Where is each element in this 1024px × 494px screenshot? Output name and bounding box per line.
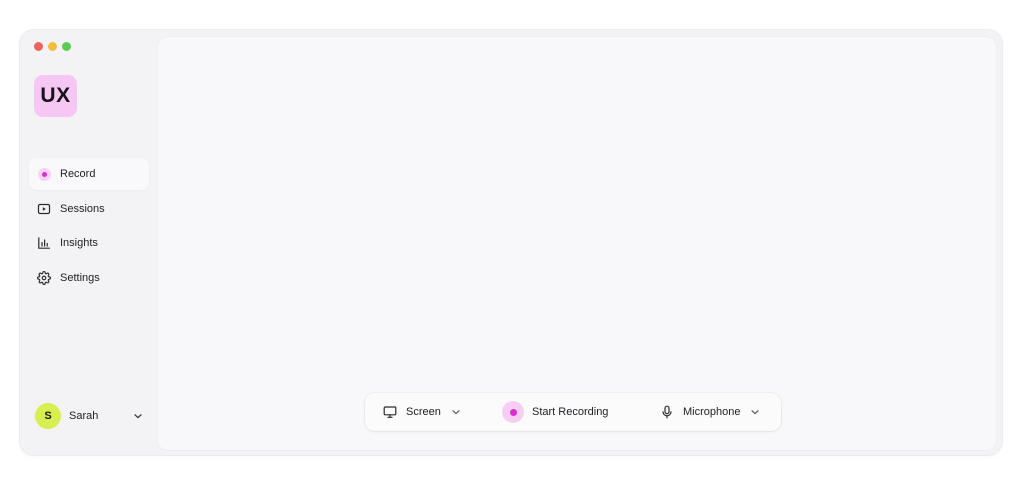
app-window: UX Record Sessions Insights Settings S S…: [20, 30, 1002, 455]
sidebar-item-label: Sessions: [60, 202, 105, 215]
sidebar-item-label: Insights: [60, 237, 98, 250]
user-menu[interactable]: S Sarah: [35, 403, 143, 429]
sidebar-item-settings[interactable]: Settings: [29, 262, 149, 294]
sidebar-item-sessions[interactable]: Sessions: [29, 193, 149, 225]
start-recording-button[interactable]: Start Recording: [502, 393, 608, 431]
app-logo: UX: [34, 75, 77, 117]
gear-icon: [37, 270, 51, 285]
sidebar-item-label: Record: [60, 168, 96, 180]
sidebar-item-insights[interactable]: Insights: [29, 227, 149, 259]
window-controls: [34, 42, 71, 51]
chevron-down-icon: [133, 411, 143, 421]
bar-chart-icon: [37, 236, 51, 250]
recording-toolbar: Screen Start Recording Microphone: [365, 393, 781, 431]
maximize-window-button[interactable]: [62, 42, 71, 51]
avatar: S: [35, 403, 61, 429]
sidebar-item-record[interactable]: Record: [29, 158, 149, 190]
minimize-window-button[interactable]: [48, 42, 57, 51]
screen-select-label: Screen: [406, 406, 441, 418]
monitor-icon: [383, 405, 397, 419]
chevron-down-icon: [750, 407, 760, 417]
sidebar-item-label: Settings: [60, 271, 100, 284]
start-recording-label: Start Recording: [532, 406, 609, 418]
record-dot-icon: [37, 167, 51, 181]
close-window-button[interactable]: [34, 42, 43, 51]
chevron-down-icon: [451, 407, 461, 417]
microphone-select[interactable]: Microphone: [660, 393, 760, 431]
record-icon: [502, 401, 524, 423]
user-name: Sarah: [69, 410, 99, 422]
screen-select[interactable]: Screen: [383, 393, 461, 431]
microphone-select-label: Microphone: [683, 406, 741, 418]
microphone-icon: [660, 405, 674, 419]
sidebar-nav: Record Sessions Insights Settings: [29, 158, 149, 296]
play-square-icon: [37, 202, 51, 216]
main-content-area: [158, 37, 996, 450]
